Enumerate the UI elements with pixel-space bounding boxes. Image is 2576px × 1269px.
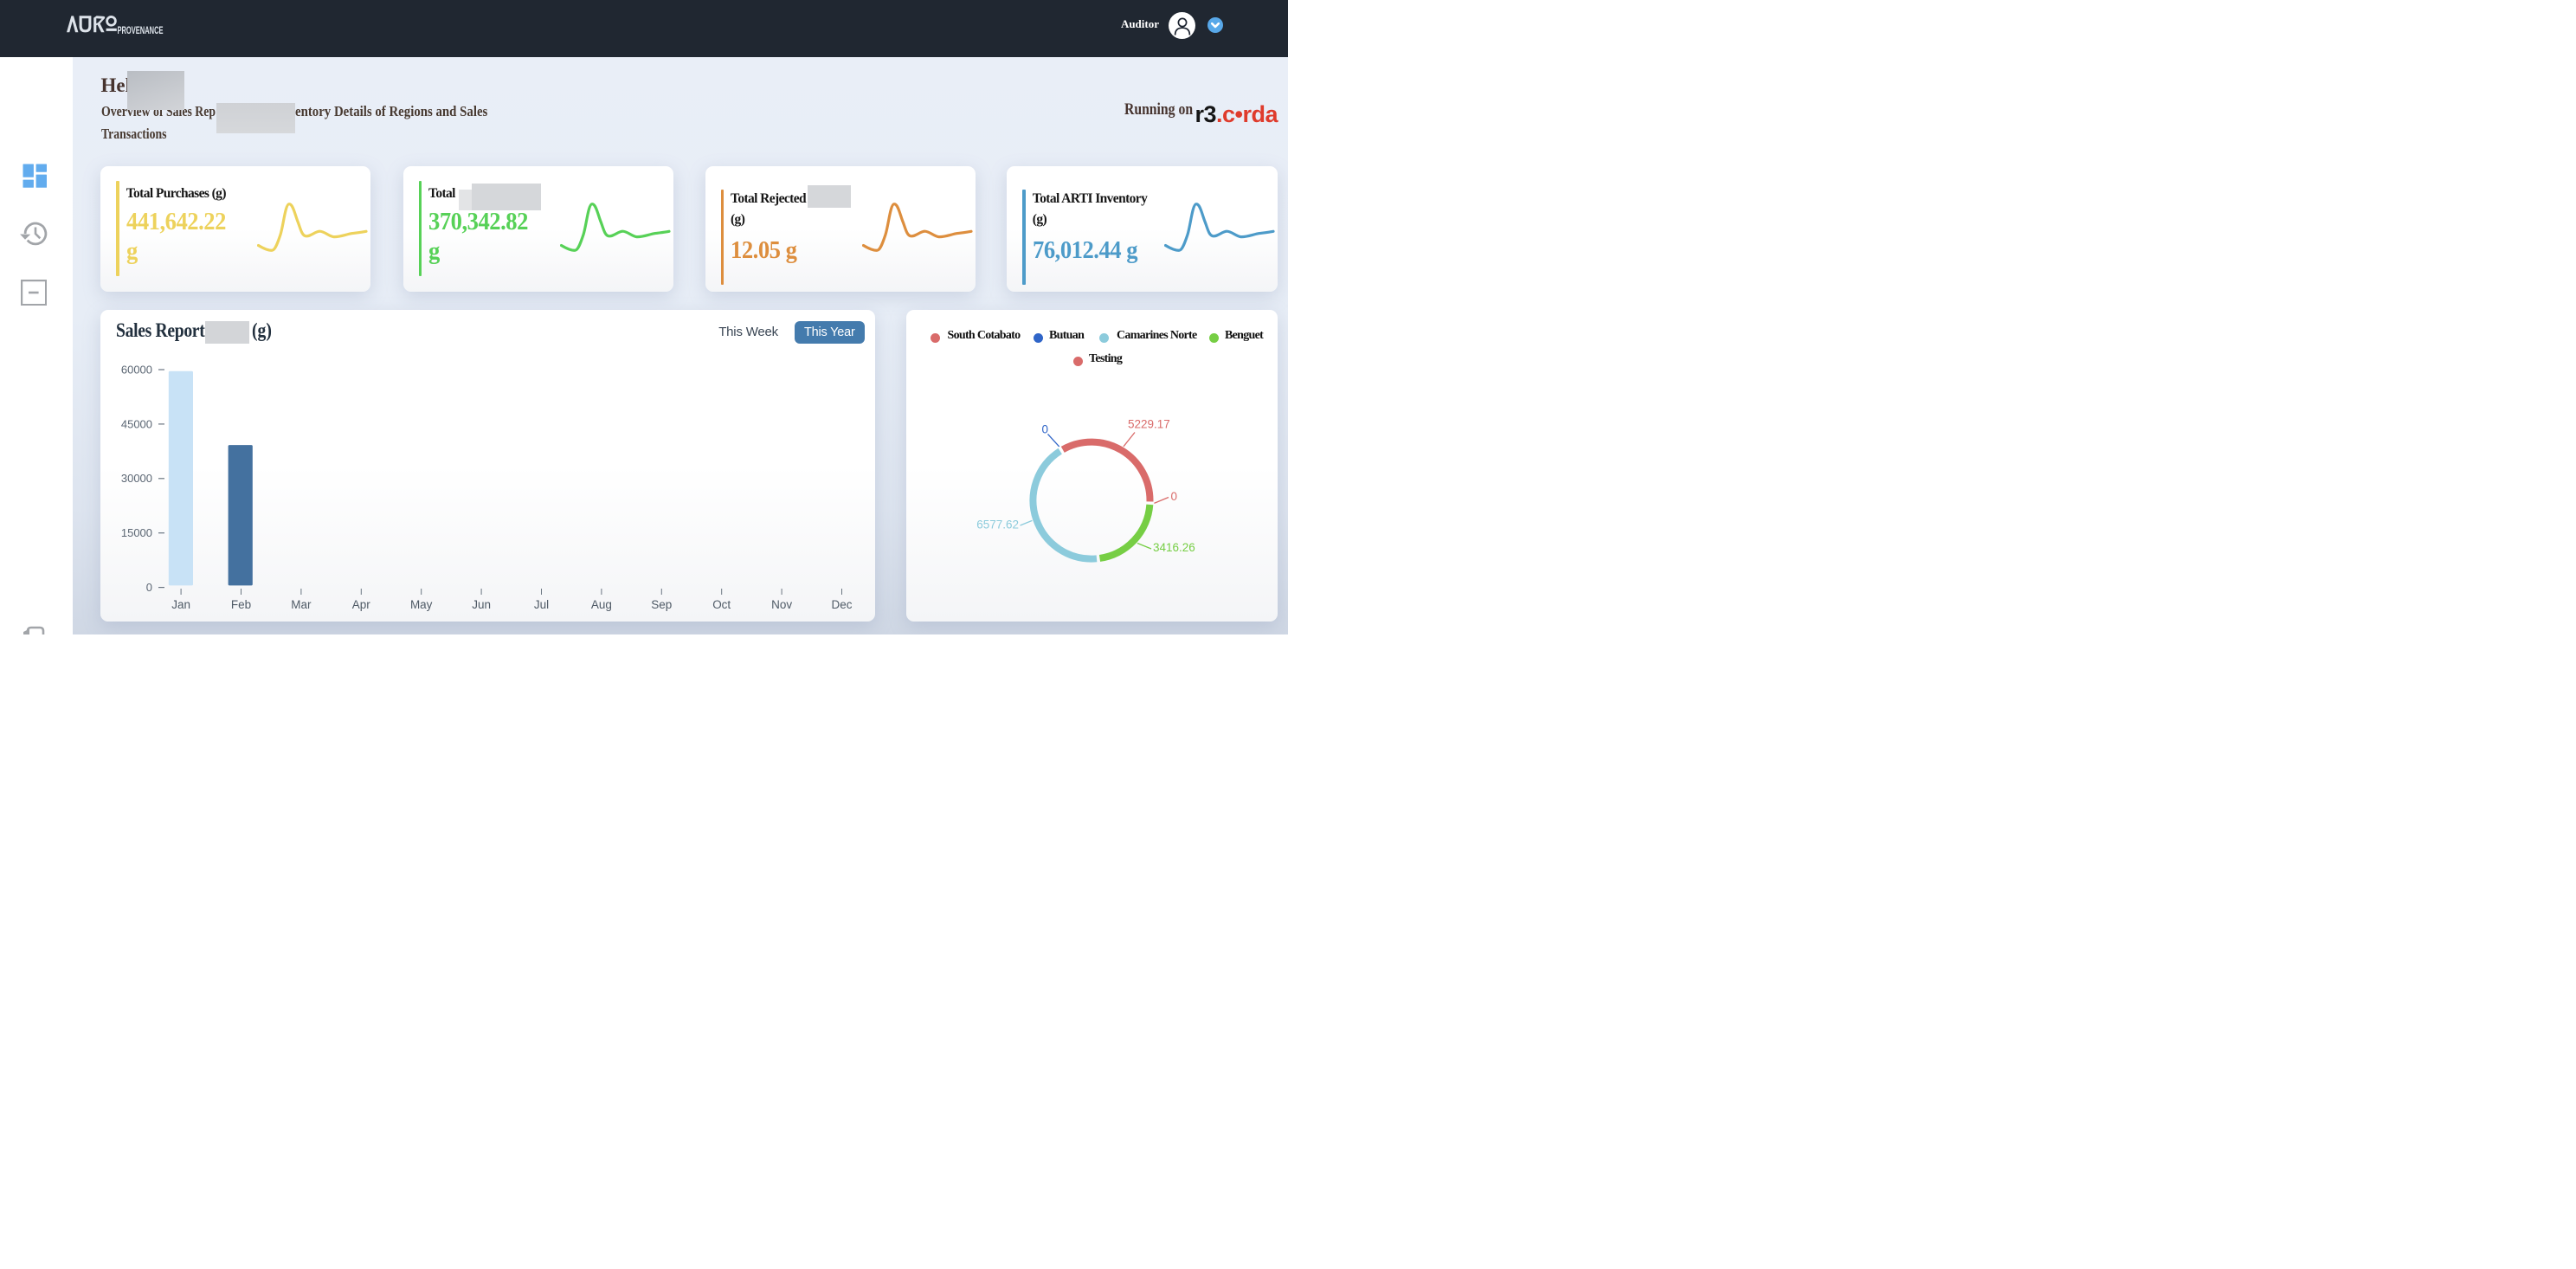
svg-text:15000: 15000	[121, 526, 152, 539]
svg-text:PROVENANCE: PROVENANCE	[118, 24, 164, 36]
svg-text:5229.17: 5229.17	[1128, 417, 1170, 430]
svg-text:Feb: Feb	[231, 598, 251, 611]
svg-text:Sep: Sep	[651, 598, 672, 611]
svg-text:Dec: Dec	[832, 598, 853, 611]
svg-text:45000: 45000	[121, 417, 152, 430]
svg-text:30000: 30000	[121, 472, 152, 485]
svg-text:Jul: Jul	[534, 598, 549, 611]
svg-text:0: 0	[146, 581, 152, 594]
svg-text:0: 0	[1041, 422, 1048, 435]
svg-text:Mar: Mar	[291, 598, 312, 611]
svg-text:Jun: Jun	[472, 598, 491, 611]
svg-text:60000: 60000	[121, 363, 152, 376]
svg-text:Oct: Oct	[712, 598, 731, 611]
svg-text:Jan: Jan	[171, 598, 190, 611]
svg-text:Nov: Nov	[771, 598, 792, 611]
svg-text:Apr: Apr	[352, 598, 370, 611]
svg-text:6577.62: 6577.62	[976, 518, 1019, 531]
svg-text:May: May	[410, 598, 433, 611]
svg-text:Aug: Aug	[591, 598, 612, 611]
svg-text:3416.26: 3416.26	[1153, 541, 1195, 554]
svg-text:0: 0	[1170, 490, 1177, 503]
